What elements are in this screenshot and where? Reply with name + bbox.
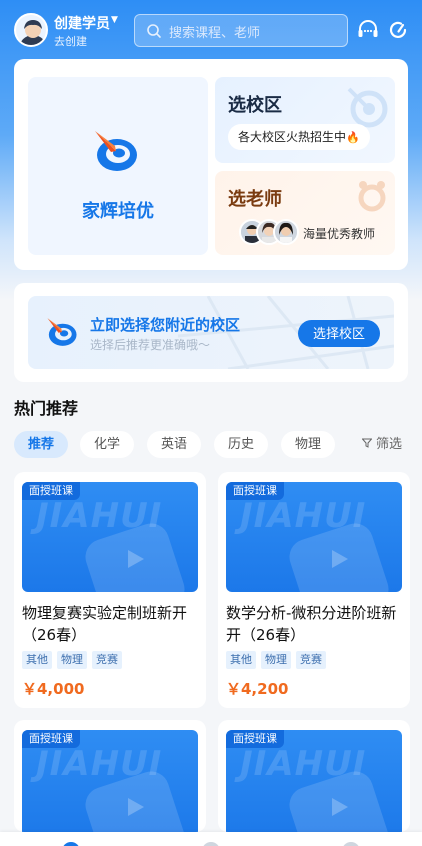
category-chips: 推荐 化学 英语 历史 物理 筛选 xyxy=(14,431,422,459)
brand-tile[interactable]: 家辉培优 xyxy=(28,77,208,255)
chip-chemistry[interactable]: 化学 xyxy=(80,431,134,458)
brand-name: 家辉培优 xyxy=(82,201,154,222)
section-title: 热门推荐 xyxy=(14,399,79,418)
chip-english[interactable]: 英语 xyxy=(147,431,201,458)
course-type-badge: 面授班课 xyxy=(22,730,80,748)
course-card[interactable]: JIAHUI 面授班课 数学分析-微积分进阶班新开（26春） 其他 物理 竞赛 ￥4… xyxy=(218,472,410,708)
teacher-avatar xyxy=(273,219,299,245)
user-avatar[interactable] xyxy=(14,13,48,47)
course-card[interactable]: JIAHUI 面授班课 物理复赛实验定制班新开（26春） 其他 物理 竞赛 ￥4,0… xyxy=(14,472,206,708)
select-campus-button[interactable]: 选择校区 xyxy=(298,320,380,347)
headset-icon[interactable] xyxy=(356,18,380,42)
course-thumbnail: JIAHUI 面授班课 xyxy=(226,482,402,592)
course-tag: 物理 xyxy=(57,651,87,669)
play-icon xyxy=(128,550,144,568)
search-placeholder: 搜索课程、老师 xyxy=(169,26,261,41)
course-tag: 其他 xyxy=(22,651,52,669)
course-thumbnail: JIAHUI 面授班课 xyxy=(22,482,198,592)
course-price: ￥4,000 xyxy=(22,680,85,698)
campus-desc-pill: 各大校区火热招生中🔥 xyxy=(228,124,370,150)
teacher-badge-icon xyxy=(358,181,386,212)
filter-label: 筛选 xyxy=(376,437,403,452)
chip-history[interactable]: 历史 xyxy=(214,431,268,458)
course-tag: 物理 xyxy=(261,651,291,669)
play-icon xyxy=(332,550,348,568)
brand-logo-icon xyxy=(47,318,77,346)
tab-profile-icon[interactable] xyxy=(342,842,360,846)
banner-title: 立即选择您附近的校区 xyxy=(90,316,241,334)
search-bar[interactable]: 搜索课程、老师 xyxy=(134,14,348,47)
course-title: 数学分析-微积分进阶班新开（26春） xyxy=(226,604,397,644)
user-name[interactable]: 创建学员 xyxy=(54,13,110,33)
tab-courses-icon[interactable] xyxy=(202,842,220,846)
play-icon xyxy=(332,798,348,816)
course-thumbnail: JIAHUI 面授班课 xyxy=(22,730,198,832)
course-type-badge: 面授班课 xyxy=(22,482,80,500)
select-campus-tile[interactable]: 选校区 各大校区火热招生中🔥 xyxy=(215,77,395,163)
teacher-avatars xyxy=(239,219,299,247)
target-icon xyxy=(347,87,388,128)
header: 创建学员 ▼ 去创建 搜索课程、老师 xyxy=(0,0,422,60)
course-price: ￥4,200 xyxy=(226,680,289,698)
course-tag: 竞赛 xyxy=(296,651,326,669)
banner-subtitle: 选择后推荐更准确哦～ xyxy=(90,338,211,352)
fire-icon: 🔥 xyxy=(346,131,360,144)
filter-button[interactable]: 筛选 xyxy=(362,431,402,458)
course-thumbnail: JIAHUI 面授班课 xyxy=(226,730,402,832)
course-card[interactable]: JIAHUI 面授班课 xyxy=(218,720,410,832)
course-tag: 其他 xyxy=(226,651,256,669)
refresh-icon[interactable] xyxy=(386,18,410,42)
filter-icon xyxy=(362,438,372,448)
search-icon xyxy=(147,24,161,38)
campus-title: 选校区 xyxy=(228,95,282,116)
course-title: 物理复赛实验定制班新开（26春） xyxy=(22,604,188,644)
course-tags: 其他 物理 竞赛 xyxy=(22,648,127,669)
course-card[interactable]: JIAHUI 面授班课 xyxy=(14,720,206,832)
course-type-badge: 面授班课 xyxy=(226,730,284,748)
campus-desc: 各大校区火热招生中 xyxy=(238,130,347,144)
play-icon xyxy=(128,798,144,816)
campus-banner: 立即选择您附近的校区 选择后推荐更准确哦～ 选择校区 xyxy=(14,283,408,382)
caret-down-icon[interactable]: ▼ xyxy=(111,15,118,25)
course-type-badge: 面授班课 xyxy=(226,482,284,500)
bottom-tab-bar xyxy=(0,832,422,846)
select-teacher-tile[interactable]: 选老师 海量优秀教师 xyxy=(215,171,395,255)
chip-recommend[interactable]: 推荐 xyxy=(14,431,68,458)
create-student-link[interactable]: 去创建 xyxy=(54,33,87,49)
brand-logo-icon xyxy=(95,131,137,171)
course-tag: 竞赛 xyxy=(92,651,122,669)
course-tags: 其他 物理 竞赛 xyxy=(226,648,331,669)
teacher-title: 选老师 xyxy=(228,189,282,210)
chip-physics[interactable]: 物理 xyxy=(281,431,335,458)
feature-card: 家辉培优 选校区 各大校区火热招生中🔥 选老师 海量优秀教师 xyxy=(14,59,408,270)
tab-home-icon[interactable] xyxy=(62,842,80,846)
campus-banner-inner[interactable]: 立即选择您附近的校区 选择后推荐更准确哦～ 选择校区 xyxy=(28,296,394,369)
teacher-desc: 海量优秀教师 xyxy=(303,227,376,241)
